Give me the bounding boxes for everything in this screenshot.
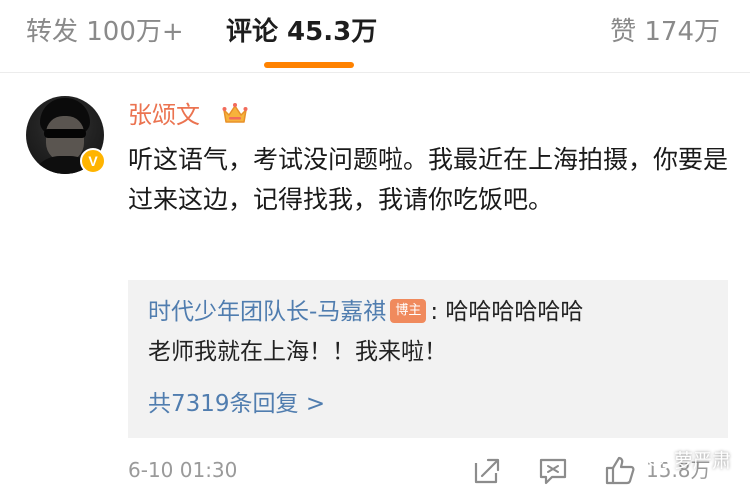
watermark-text: 萝严肃 — [674, 450, 732, 472]
verified-icon: V — [80, 148, 106, 174]
view-replies-link[interactable]: 共7319条回复 > — [148, 386, 325, 422]
reply-text-continued: 老师我就在上海！！我来啦！ — [148, 339, 447, 365]
username[interactable]: 张颂文 — [128, 98, 200, 132]
reply-text: 哈哈哈哈哈哈 — [445, 299, 584, 325]
tab-comment[interactable]: 评论 45.3万 — [226, 14, 377, 50]
crown-icon — [222, 103, 248, 123]
tab-repost[interactable]: 转发 100万+ — [26, 14, 184, 50]
wechat-icon — [648, 453, 670, 470]
comment-text: 听这语气，考试没问题啦。我最近在上海拍摄，你要是过来这边，记得找我，我请你吃饭吧… — [128, 145, 729, 214]
reply-colon: : — [430, 299, 439, 325]
watermark: 萝严肃 — [648, 444, 731, 478]
reply-preview[interactable]: 时代少年团队长-马嘉祺 博主: 哈哈哈哈哈哈 老师我就在上海！！我来啦！ 共731… — [128, 280, 728, 438]
divider — [0, 72, 750, 73]
blogger-badge: 博主 — [390, 298, 427, 323]
comment-timestamp: 6-10 01:30 — [128, 458, 238, 482]
thumbs-up-icon[interactable] — [604, 454, 636, 486]
reply-first-line: 时代少年团队长-马嘉祺 博主: 哈哈哈哈哈哈 — [148, 294, 583, 330]
tab-active-indicator — [264, 62, 354, 68]
reply-author[interactable]: 时代少年团队长-马嘉祺 — [148, 299, 386, 325]
tab-like[interactable]: 赞 174万 — [610, 14, 720, 50]
comment-icon[interactable] — [538, 456, 568, 486]
tab-bar: 转发 100万+ 评论 45.3万 赞 174万 — [0, 0, 750, 72]
share-icon[interactable] — [472, 456, 502, 486]
